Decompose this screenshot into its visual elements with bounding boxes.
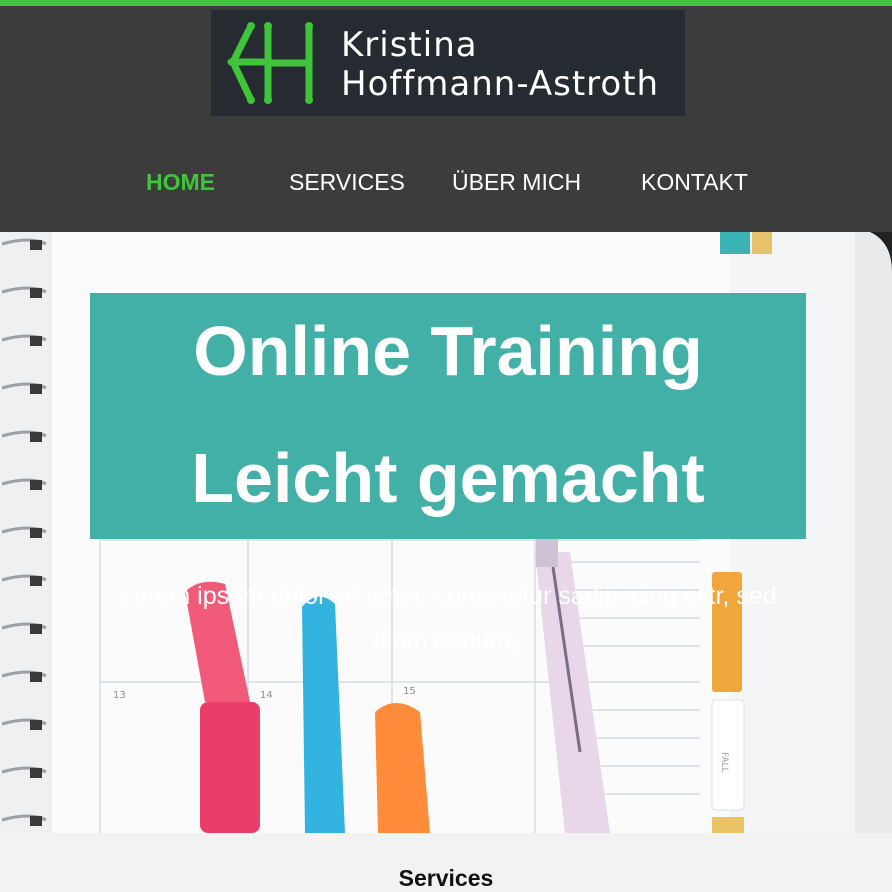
calendar-day-15: 15 (403, 686, 416, 697)
logo-name-first: Kristina (341, 25, 478, 65)
nav-item-ueber-mich[interactable]: ÜBER MICH (452, 169, 581, 196)
hero-title-line-2: Leicht gemacht (191, 439, 705, 517)
services-section: Services (0, 833, 892, 892)
hero-title-line-1: Online Training (193, 312, 703, 390)
nav-item-services[interactable]: SERVICES (289, 169, 405, 196)
services-heading: Services (398, 865, 494, 891)
site-header: Kristina Hoffmann-Astroth HOME SERVICES … (0, 6, 892, 232)
hero-section: FALL 13 14 15 Online Training Leicht gem… (0, 232, 892, 833)
site-logo[interactable]: Kristina Hoffmann-Astroth (211, 10, 685, 116)
logo-name-last: Hoffmann-Astroth (341, 64, 660, 104)
calendar-day-13: 13 (113, 690, 126, 701)
hero-title-box: Online Training Leicht gemacht (90, 293, 806, 539)
nav-item-home[interactable]: HOME (146, 169, 215, 196)
nav-item-kontakt[interactable]: KONTAKT (641, 169, 748, 196)
calendar-day-14: 14 (260, 690, 273, 701)
kh-logo-mark-icon (227, 22, 313, 104)
fall-tab-label: FALL (719, 752, 729, 773)
hero-subtitle: Lorem ipsum dolor sit amet, consetetur s… (119, 582, 777, 654)
main-navigation: HOME SERVICES ÜBER MICH KONTAKT (0, 169, 892, 209)
